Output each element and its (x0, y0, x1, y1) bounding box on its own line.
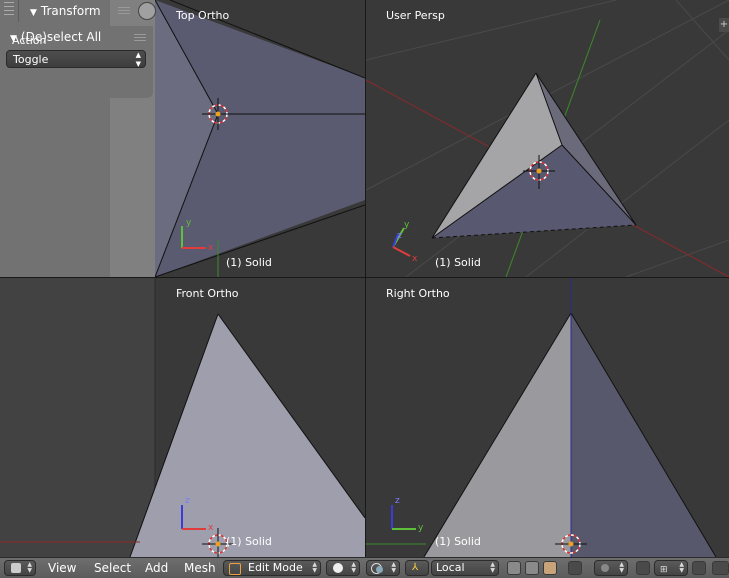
updown-arrows-icon: ▲ ▼ (490, 561, 495, 574)
panel-grip-icon[interactable] (118, 7, 130, 15)
right-ortho-scene: z y (366, 278, 717, 557)
viewport-front-ortho[interactable]: z x Front Ortho (1) Solid (0, 278, 365, 557)
viewport-label: Front Ortho (176, 287, 239, 300)
updown-arrows-icon: ▲ ▼ (679, 561, 684, 574)
updown-arrows-icon: ▲ ▼ (135, 51, 141, 68)
viewport-status: (1) Solid (226, 256, 272, 269)
transform-orientation-dropdown[interactable]: Local ▲ ▼ (431, 560, 499, 576)
viewport-shading-dropdown[interactable]: ▲ ▼ (326, 560, 360, 576)
limit-selection-icon[interactable] (568, 561, 582, 575)
overlay-icon[interactable] (712, 561, 729, 575)
menu-select[interactable]: Select (94, 561, 131, 575)
updown-arrows-icon: ▲ ▼ (391, 561, 396, 574)
face-select-icon[interactable] (543, 561, 557, 575)
menu-add[interactable]: Add (145, 561, 168, 575)
viewport-right-ortho[interactable]: z y Right Ortho (1) Solid (366, 278, 729, 557)
edge-select-icon[interactable] (525, 561, 539, 575)
magnet-icon[interactable] (636, 561, 650, 575)
add-region-icon[interactable]: + (719, 18, 729, 32)
viewport-label: Right Ortho (386, 287, 450, 300)
panel-toggle-icon[interactable] (138, 2, 156, 20)
manipulator-icon: ⅄ (412, 562, 419, 573)
cube-view-icon (11, 563, 21, 573)
svg-text:x: x (208, 523, 214, 533)
mesh-face-light (130, 314, 365, 557)
front-ortho-scene: z x (0, 278, 365, 557)
snap-increment-icon: ⊞ (660, 565, 668, 575)
collapse-triangle-icon: ▼ (30, 8, 37, 18)
3d-view-header: ▲ ▼ View Select Add Mesh Edit Mode ▲ ▼ ▲ ▼ … (0, 557, 729, 578)
svg-text:z: z (185, 496, 190, 506)
sphere-icon (333, 563, 343, 573)
proportional-icon (601, 564, 609, 572)
viewport-user-persp[interactable]: y z x User Persp (1) Solid + (366, 0, 729, 277)
updown-arrows-icon: ▲ ▼ (312, 561, 317, 574)
viewport-top-ortho[interactable]: y x ▼ Transform ▼ (De)select All Action To… (0, 0, 365, 277)
svg-text:y: y (418, 523, 424, 533)
transform-panel-header[interactable]: ▼ Transform (30, 0, 101, 22)
svg-text:x: x (412, 254, 418, 264)
viewport-label: Top Ortho (176, 9, 230, 22)
action-dropdown[interactable]: Toggle ▲ ▼ (6, 50, 146, 68)
viewport-status: (1) Solid (226, 535, 272, 548)
updown-arrows-icon: ▲ ▼ (619, 561, 624, 574)
svg-text:z: z (395, 496, 400, 506)
svg-text:y: y (404, 220, 410, 230)
action-label: Action (12, 34, 47, 47)
edit-mode-icon (229, 563, 241, 575)
updown-arrows-icon: ▲ ▼ (27, 561, 32, 574)
svg-text:x: x (208, 243, 214, 253)
updown-arrows-icon: ▲ ▼ (351, 561, 356, 574)
tool-shelf: ▼ Transform ▼ (De)select All Action Toggle… (0, 0, 156, 277)
manipulator-toggle[interactable]: ⅄ (405, 560, 429, 576)
viewport-divider-vertical[interactable] (365, 0, 366, 557)
render-icon[interactable] (692, 561, 706, 575)
snap-element-dropdown[interactable]: ⊞ ▲ ▼ (654, 560, 688, 576)
axis-gizmo (391, 505, 416, 530)
panel-grip-icon[interactable] (134, 34, 146, 42)
mode-dropdown[interactable]: Edit Mode ▲ ▼ (223, 560, 321, 576)
viewport-status: (1) Solid (435, 535, 481, 548)
viewport-label: User Persp (386, 9, 445, 22)
svg-text:y: y (186, 218, 192, 228)
editor-type-button[interactable]: ▲ ▼ (4, 560, 36, 576)
menu-mesh[interactable]: Mesh (184, 561, 216, 575)
proportional-editing-dropdown[interactable]: ▲ ▼ (594, 560, 628, 576)
user-persp-scene: y z x (366, 0, 729, 277)
vertex-select-icon[interactable] (507, 561, 521, 575)
menu-view[interactable]: View (48, 561, 76, 575)
viewport-status: (1) Solid (435, 256, 481, 269)
viewport-divider-horizontal[interactable] (0, 277, 729, 278)
svg-text:z: z (397, 231, 402, 241)
pivot-point-dropdown[interactable]: ▲ ▼ (366, 560, 400, 576)
